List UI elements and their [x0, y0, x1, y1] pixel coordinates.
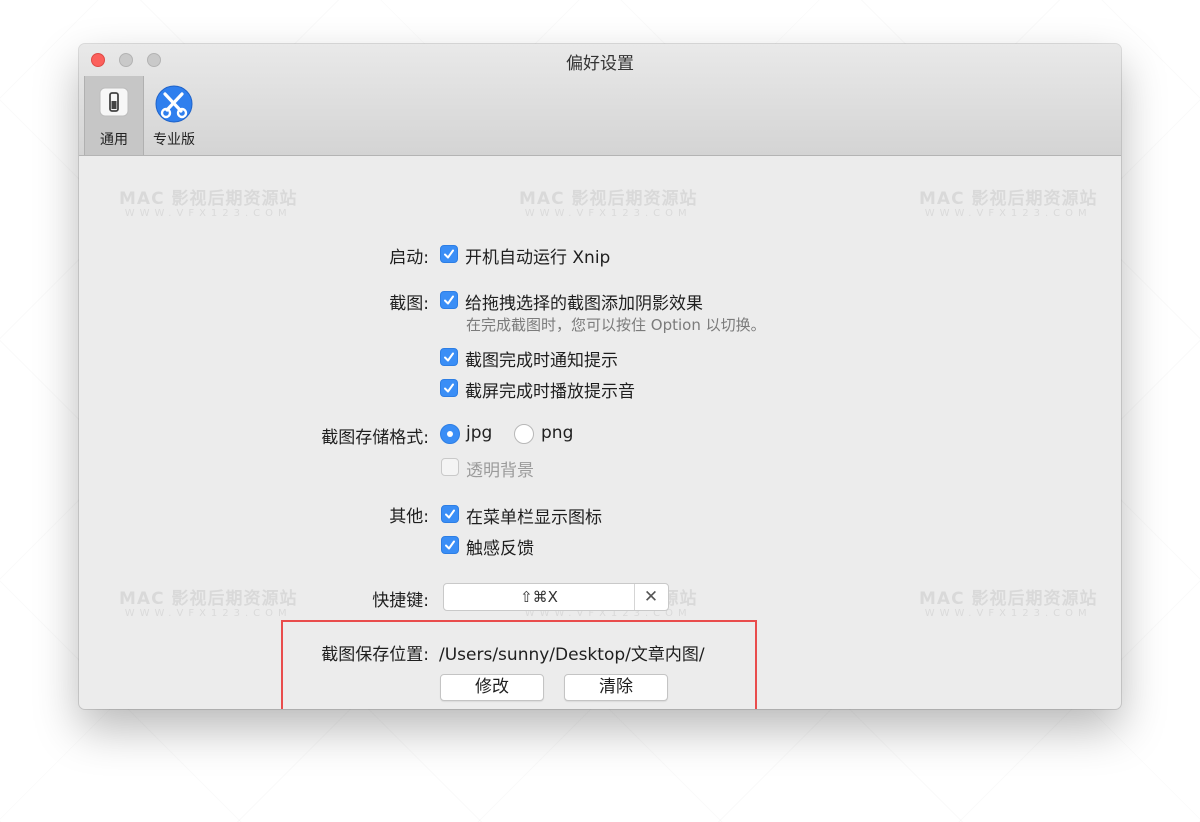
- notify-label[interactable]: 截图完成时通知提示: [465, 346, 618, 371]
- transparent-background-label: 透明背景: [466, 461, 534, 481]
- shadow-effect-label[interactable]: 给拖拽选择的截图添加阴影效果: [465, 289, 703, 314]
- toolbar-tab-pro[interactable]: 专业版: [144, 76, 204, 155]
- format-jpg-label[interactable]: jpg: [466, 423, 492, 443]
- launch-at-login-checkbox[interactable]: [440, 245, 458, 263]
- toolbar-tab-general-label: 通用: [100, 132, 128, 148]
- xnip-scissors-icon: [155, 85, 193, 123]
- save-location-path: /Users/sunny/Desktop/文章内图/: [439, 645, 705, 665]
- desktop-background: 偏好设置 通用 专业版 MAC 影视后期资源站 WWW.VFX123.COM M…: [0, 0, 1200, 822]
- sound-checkbox[interactable]: [440, 379, 458, 397]
- format-label: 截图存储格式:: [321, 428, 429, 448]
- checkmark-icon: [444, 249, 454, 259]
- format-png-label[interactable]: png: [541, 423, 573, 443]
- startup-label: 启动:: [389, 248, 429, 268]
- checkmark-icon: [444, 383, 454, 393]
- shortcut-field[interactable]: ⇧⌘X: [444, 584, 635, 610]
- watermark: MAC 影视后期资源站 WWW.VFX123.COM: [919, 189, 1098, 219]
- shortcut-clear-icon[interactable]: ✕: [634, 584, 668, 610]
- checkmark-icon: [444, 295, 454, 305]
- format-jpg-radio[interactable]: [440, 424, 460, 444]
- checkmark-icon: [445, 509, 455, 519]
- launch-at-login-label[interactable]: 开机自动运行 Xnip: [465, 243, 610, 268]
- menubar-icon-label[interactable]: 在菜单栏显示图标: [466, 503, 602, 528]
- haptic-checkbox[interactable]: [441, 536, 459, 554]
- switch-icon: [99, 87, 129, 117]
- notify-checkbox[interactable]: [440, 348, 458, 366]
- toolbar-tab-pro-label: 专业版: [153, 132, 195, 148]
- modify-location-button[interactable]: 修改: [440, 674, 544, 701]
- sound-label[interactable]: 截屏完成时播放提示音: [465, 377, 635, 402]
- clear-location-button[interactable]: 清除: [564, 674, 668, 701]
- window-title: 偏好设置: [566, 54, 634, 74]
- general-settings-pane: MAC 影视后期资源站 WWW.VFX123.COM MAC 影视后期资源站 W…: [79, 156, 1121, 709]
- watermark: MAC 影视后期资源站 WWW.VFX123.COM: [519, 189, 698, 219]
- transparent-background-checkbox: [441, 458, 459, 476]
- watermark: MAC 影视后期资源站 WWW.VFX123.COM: [119, 189, 298, 219]
- shadow-effect-hint: 在完成截图时，您可以按住 Option 以切换。: [466, 316, 766, 334]
- watermark: MAC 影视后期资源站 WWW.VFX123.COM: [119, 589, 298, 619]
- window-titlebar: 偏好设置 通用 专业版: [79, 44, 1121, 156]
- checkmark-icon: [445, 540, 455, 550]
- haptic-label[interactable]: 触感反馈: [466, 534, 534, 559]
- save-location-label: 截图保存位置:: [321, 645, 429, 665]
- format-png-radio[interactable]: [514, 424, 534, 444]
- shortcut-label: 快捷键:: [372, 591, 429, 611]
- menubar-icon-checkbox[interactable]: [441, 505, 459, 523]
- other-label: 其他:: [389, 507, 429, 527]
- toolbar-tab-general[interactable]: 通用: [84, 76, 144, 155]
- watermark: MAC 影视后期资源站 WWW.VFX123.COM: [919, 589, 1098, 619]
- capture-label: 截图:: [389, 294, 429, 314]
- shadow-effect-checkbox[interactable]: [440, 291, 458, 309]
- preferences-window: 偏好设置 通用 专业版 MAC 影视后期资源站 WWW.VFX123.COM M…: [79, 44, 1121, 709]
- shortcut-recorder[interactable]: ⇧⌘X ✕: [443, 583, 669, 611]
- checkmark-icon: [444, 352, 454, 362]
